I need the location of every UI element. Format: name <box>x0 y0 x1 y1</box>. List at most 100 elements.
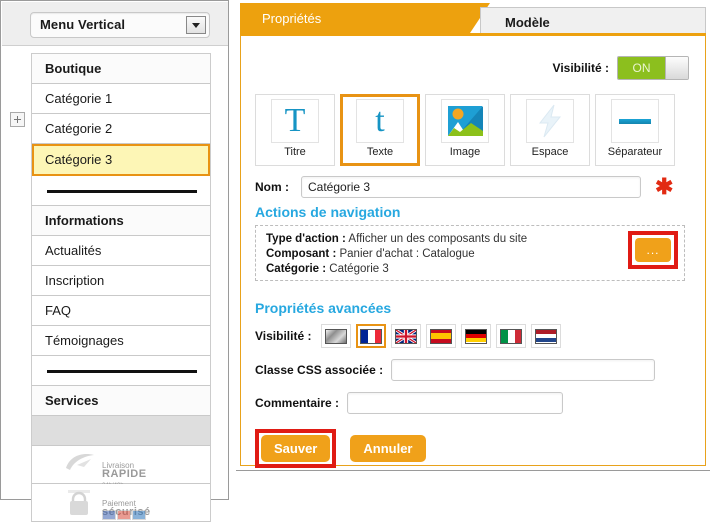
css-class-label: Classe CSS associée : <box>255 363 384 377</box>
nav-row-2-value: Catégorie 3 <box>329 263 389 275</box>
menu-group-header[interactable]: Boutique <box>32 54 210 84</box>
menu-item-label: FAQ <box>45 303 72 318</box>
horizontal-rule-icon <box>611 99 659 143</box>
menu-item-label: Boutique <box>45 61 102 76</box>
tab-proprietes[interactable]: Propriétés <box>240 3 490 36</box>
component-type-titre[interactable]: T Titre <box>255 94 335 166</box>
tab-modele-label: Modèle <box>505 15 550 30</box>
nav-row-0-value: Afficher un des composants du site <box>348 233 528 245</box>
flag-italy[interactable] <box>496 324 527 348</box>
menu-dropdown[interactable]: Menu Vertical <box>30 12 210 38</box>
text-t-icon: t <box>356 99 404 143</box>
flag-united-kingdom[interactable] <box>391 324 422 348</box>
menu-item[interactable]: Actualités <box>32 236 210 266</box>
properties-form: Visibilité : ON T Titre t Texte Image Espace S… <box>240 33 706 468</box>
properties-panel: Propriétés Modèle Visibilité : ON T Titre… <box>236 0 710 501</box>
visibility-label: Visibilité : <box>552 61 609 75</box>
menu-preview-panel: Menu Vertical Boutique Catégorie 1 Catégor… <box>0 0 229 522</box>
visibility-toggle-state: ON <box>618 57 665 79</box>
comment-input[interactable] <box>347 392 564 414</box>
menu-item[interactable]: Catégorie 1 <box>32 84 210 114</box>
separator-bar <box>47 190 197 193</box>
ellipsis-icon[interactable]: ... <box>635 238 671 262</box>
nav-row-0: Type d'action : Afficher un des composan… <box>266 233 527 245</box>
menu-separator <box>32 356 210 386</box>
visibility-toggle[interactable]: ON <box>617 56 689 80</box>
comment-label: Commentaire : <box>255 396 340 410</box>
nav-row-0-key: Type d'action : <box>266 233 346 245</box>
menu-item-label: Catégorie 1 <box>45 91 113 106</box>
app-root: Menu Vertical Boutique Catégorie 1 Catégor… <box>0 0 710 522</box>
menu-group-header[interactable]: Informations <box>32 206 210 236</box>
save-button[interactable]: Sauver <box>261 435 331 462</box>
component-type-label: Espace <box>531 146 569 158</box>
cancel-button[interactable]: Annuler <box>350 435 426 462</box>
tab-bar: Propriétés Modèle <box>236 3 710 37</box>
component-type-texte[interactable]: t Texte <box>340 94 420 166</box>
flag-france[interactable] <box>356 324 387 348</box>
navigation-section-title: Actions de navigation <box>255 204 401 220</box>
menu-item-label: Services <box>45 393 99 408</box>
menu-item[interactable]: Inscription <box>32 266 210 296</box>
menu-item[interactable]: Témoignages <box>32 326 210 356</box>
nav-row-1-key: Composant : <box>266 248 337 260</box>
component-type-espace[interactable]: Espace <box>510 94 590 166</box>
advanced-visibility-label: Visibilité : <box>255 329 312 343</box>
name-row: Nom : ✱ <box>255 176 673 198</box>
tab-proprietes-label: Propriétés <box>262 11 322 26</box>
flag-all-languages[interactable] <box>321 324 352 348</box>
component-type-label: Texte <box>366 146 394 158</box>
lightning-spacer-icon <box>526 99 574 143</box>
component-type-image[interactable]: Image <box>425 94 505 166</box>
css-class-row: Classe CSS associée : <box>255 359 656 381</box>
required-marker: ✱ <box>655 174 674 199</box>
advanced-section-title: Propriétés avancées <box>255 300 392 316</box>
menu-item[interactable]: FAQ <box>32 296 210 326</box>
language-visibility-row: Visibilité : <box>255 324 566 348</box>
component-type-label: Titre <box>284 146 306 158</box>
separator-bar <box>47 370 197 373</box>
css-class-input[interactable] <box>391 359 656 381</box>
name-label: Nom : <box>255 180 289 194</box>
menu-group-header[interactable]: Services <box>32 386 210 416</box>
edit-navigation-highlight: ... <box>628 231 678 269</box>
menu-item-label: Actualités <box>45 243 102 258</box>
menu-item-label: Informations <box>45 213 124 228</box>
plus-box-icon[interactable] <box>10 112 25 127</box>
menu-blank-row <box>32 416 210 446</box>
component-type-sparateur[interactable]: Séparateur <box>595 94 675 166</box>
menu-item-label: Inscription <box>45 273 105 288</box>
delivery-swoosh-icon <box>64 450 98 487</box>
menu-badge-row: LivraisonRAPIDE24h/48h <box>32 446 210 489</box>
component-type-label: Séparateur <box>607 146 663 158</box>
nav-row-1-value: Panier d'achat : Catalogue <box>339 248 475 260</box>
component-type-selector: T Titre t Texte Image Espace Séparateur <box>255 94 675 166</box>
chevron-down-icon[interactable] <box>186 16 206 34</box>
menu-item-label: Témoignages <box>45 333 124 348</box>
nav-row-1: Composant : Panier d'achat : Catalogue <box>266 248 475 260</box>
save-button-highlight: Sauver <box>255 429 337 468</box>
title-T-icon: T <box>271 99 319 143</box>
navigation-summary-box: Type d'action : Afficher un des composan… <box>255 225 685 281</box>
menu-separator <box>32 176 210 206</box>
padlock-icon <box>64 488 94 529</box>
form-actions: Sauver Annuler <box>255 429 426 468</box>
menu-item-label: Catégorie 2 <box>45 121 113 136</box>
menu-badge-row: Paiementsécurisé <box>32 484 210 522</box>
name-input[interactable] <box>301 176 641 198</box>
menu-dropdown-value: Menu Vertical <box>40 17 126 32</box>
component-type-label: Image <box>449 146 481 158</box>
nav-row-2-key: Catégorie : <box>266 263 327 275</box>
menu-item-list: Boutique Catégorie 1 Catégorie 2 Catégorie … <box>31 53 211 522</box>
nav-row-2: Catégorie : Catégorie 3 <box>266 263 389 275</box>
flag-germany[interactable] <box>461 324 492 348</box>
flag-spain[interactable] <box>426 324 457 348</box>
menu-selector-bar: Menu Vertical <box>2 2 228 46</box>
menu-item-label: Catégorie 3 <box>45 152 113 167</box>
comment-row: Commentaire : <box>255 392 564 414</box>
visibility-toggle-knob <box>665 57 688 79</box>
flag-netherlands[interactable] <box>531 324 562 348</box>
menu-item[interactable]: Catégorie 2 <box>32 114 210 144</box>
menu-item[interactable]: Catégorie 3 <box>32 144 210 176</box>
payment-cards-icon <box>102 510 146 520</box>
